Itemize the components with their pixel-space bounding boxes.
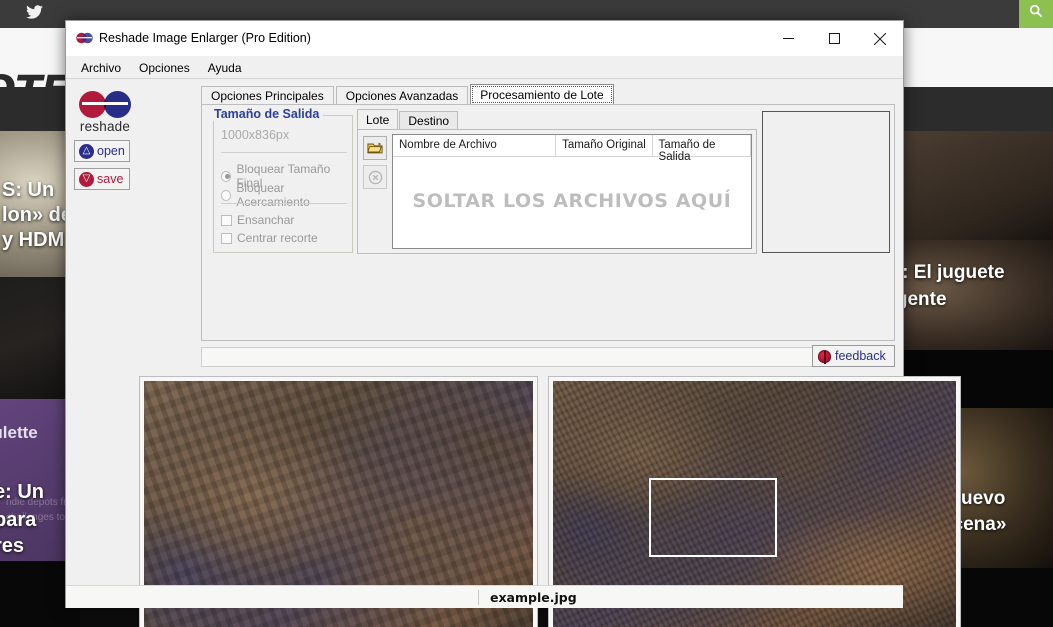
- maximize-icon[interactable]: [811, 21, 857, 56]
- radio-icon: [221, 189, 232, 201]
- minimize-icon[interactable]: [765, 21, 811, 56]
- tab-procesamiento-de-lote[interactable]: Procesamiento de Lote: [470, 84, 614, 105]
- checkbox-label: Ensanchar: [237, 213, 295, 227]
- checkbox-centrar-recorte[interactable]: Centrar recorte: [221, 231, 318, 245]
- feedback-button[interactable]: feedback: [812, 345, 895, 367]
- selection-rectangle[interactable]: [649, 478, 777, 557]
- output-size-value: 1000x836px: [221, 128, 290, 142]
- save-icon: ▽: [79, 171, 94, 187]
- brand-logo: reshade: [74, 91, 136, 134]
- article-kicker: oulette: [0, 423, 38, 442]
- batch-tab-bar: Lote Destino: [357, 109, 757, 129]
- open-button-label: open: [97, 144, 125, 158]
- status-bar: example.jpg: [66, 585, 903, 608]
- checkbox-icon: [221, 214, 232, 226]
- article-card[interactable]: [880, 131, 1053, 240]
- radio-label: Bloquear Acercamiento: [236, 181, 310, 209]
- tab-opciones-avanzadas[interactable]: Opciones Avanzadas: [335, 86, 469, 105]
- batch-section: Lote Destino Nombre de Archivo Tamaño Or…: [357, 109, 757, 254]
- batch-toolbar: [363, 136, 389, 194]
- screen: OTE S: Un lon» de y HDM oulette ndie dep…: [0, 0, 1053, 627]
- article-title-line: lon» de: [2, 204, 73, 226]
- column-header-output-size: Tamaño de Salida: [653, 135, 751, 163]
- remove-icon[interactable]: [363, 165, 387, 189]
- open-icon: △: [79, 143, 94, 159]
- window-controls: [765, 21, 903, 56]
- file-list[interactable]: Nombre de Archivo Tamaño Original Tamaño…: [392, 134, 752, 249]
- radio-bloquear-acercamiento[interactable]: Bloquear Acercamiento: [221, 181, 352, 209]
- title-bar: Reshade Image Enlarger (Pro Edition): [66, 21, 903, 57]
- tab-bar: Opciones Principales Opciones Avanzadas …: [201, 84, 895, 105]
- progress-row: feedback: [201, 345, 895, 369]
- open-folder-icon[interactable]: [363, 136, 387, 160]
- article-title-line: y HDM: [2, 229, 65, 251]
- feedback-button-label: feedback: [835, 349, 886, 363]
- menu-item-opciones[interactable]: Opciones: [130, 59, 199, 77]
- file-list-header: Nombre de Archivo Tamaño Original Tamaño…: [393, 135, 751, 163]
- window-title: Reshade Image Enlarger (Pro Edition): [99, 31, 311, 45]
- reshade-logo-icon: [79, 91, 131, 118]
- menu-bar: Archivo Opciones Ayuda: [66, 57, 903, 79]
- article-title-line: S: Un: [2, 179, 55, 201]
- tab-destino[interactable]: Destino: [399, 111, 459, 129]
- ladybug-icon: [818, 349, 831, 364]
- column-header-filename: Nombre de Archivo: [393, 135, 557, 157]
- open-button[interactable]: △ open: [74, 140, 130, 162]
- status-filename: example.jpg: [490, 589, 577, 605]
- tab-lote[interactable]: Lote: [357, 109, 399, 129]
- app-window: Reshade Image Enlarger (Pro Edition) Arc…: [65, 20, 961, 627]
- batch-preview-box: [762, 111, 890, 253]
- menu-item-archivo[interactable]: Archivo: [72, 59, 130, 77]
- output-size-title: Tamaño de Salida: [210, 107, 324, 121]
- twitter-bird-icon[interactable]: [24, 4, 44, 24]
- article-card[interactable]: be: El juguete a gente: [880, 240, 1053, 350]
- radio-icon: [221, 170, 232, 182]
- tool-rail: reshade △ open ▽ save: [74, 91, 136, 190]
- article-title-line: para: [0, 509, 37, 531]
- status-separator: [478, 589, 479, 605]
- batch-panel: Nombre de Archivo Tamaño Original Tamaño…: [357, 129, 757, 254]
- checkbox-label: Centrar recorte: [237, 231, 318, 245]
- search-icon[interactable]: [1019, 0, 1053, 28]
- checkbox-ensanchar[interactable]: Ensanchar: [221, 213, 294, 227]
- article-title-line: res: [0, 535, 25, 557]
- tab-panel-batch: Tamaño de Salida 1000x836px Bloquear Tam…: [201, 104, 895, 341]
- column-header-original-size: Tamaño Original: [556, 135, 653, 157]
- window-client-area: reshade △ open ▽ save Opciones Principal…: [66, 79, 961, 627]
- menu-item-ayuda[interactable]: Ayuda: [199, 59, 251, 77]
- progress-bar: [201, 347, 854, 367]
- output-size-group: Tamaño de Salida 1000x836px Bloquear Tam…: [210, 107, 353, 253]
- brand-name: reshade: [79, 119, 131, 134]
- checkbox-icon: [221, 232, 232, 244]
- save-button[interactable]: ▽ save: [74, 168, 130, 190]
- tab-opciones-principales[interactable]: Opciones Principales: [201, 86, 334, 105]
- article-title-line: e: Un: [0, 481, 44, 503]
- save-button-label: save: [97, 172, 124, 186]
- drop-zone-message: SOLTAR LOS ARCHIVOS AQUÍ: [412, 190, 732, 212]
- close-icon[interactable]: [857, 21, 903, 56]
- reshade-logo-icon: [76, 31, 93, 46]
